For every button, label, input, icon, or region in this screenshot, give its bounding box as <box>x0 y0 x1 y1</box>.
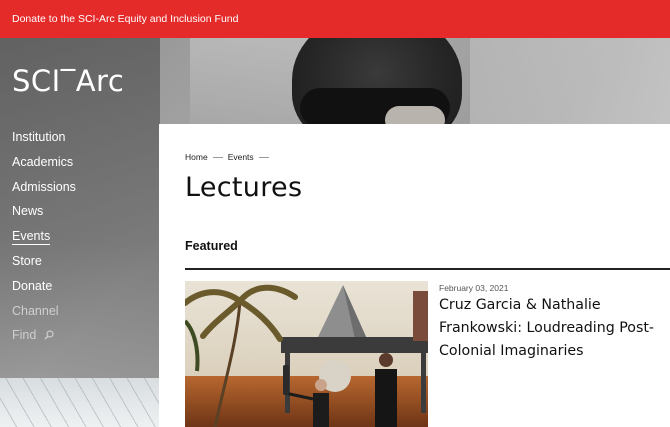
breadcrumb-home[interactable]: Home <box>185 152 208 162</box>
hero-lower-pattern <box>0 378 160 427</box>
content-panel: Home Events Lectures Featured February 0… <box>159 124 670 427</box>
featured-heading: Featured <box>185 239 238 253</box>
event-title-link[interactable]: Cruz Garcia & Nathalie Frankowski: Loudr… <box>439 294 670 363</box>
featured-event-image[interactable] <box>185 281 428 427</box>
breadcrumb-events[interactable]: Events <box>228 152 254 162</box>
search-icon <box>44 327 54 345</box>
event-date: February 03, 2021 <box>439 283 509 293</box>
hero-right-area <box>470 38 670 128</box>
main-nav: Institution Academics Admissions News Ev… <box>12 128 76 351</box>
donate-banner-link[interactable]: Donate to the SCI-Arc Equity and Inclusi… <box>0 0 670 38</box>
page-title: Lectures <box>185 172 303 203</box>
nav-item-news[interactable]: News <box>12 202 76 227</box>
nav-item-academics[interactable]: Academics <box>12 153 76 178</box>
nav-item-admissions[interactable]: Admissions <box>12 178 76 203</box>
section-divider <box>185 268 670 270</box>
nav-item-donate[interactable]: Donate <box>12 277 76 302</box>
breadcrumb-separator <box>212 156 223 158</box>
nav-item-institution[interactable]: Institution <box>12 128 76 153</box>
breadcrumb: Home Events <box>185 152 274 162</box>
nav-item-channel[interactable]: Channel <box>12 302 76 327</box>
breadcrumb-separator <box>258 156 269 158</box>
nav-item-store[interactable]: Store <box>12 252 76 277</box>
nav-item-events[interactable]: Events <box>12 227 76 252</box>
sci-arc-logo[interactable]: SCI‾Arc <box>12 64 124 98</box>
nav-item-find[interactable]: Find <box>12 326 76 351</box>
